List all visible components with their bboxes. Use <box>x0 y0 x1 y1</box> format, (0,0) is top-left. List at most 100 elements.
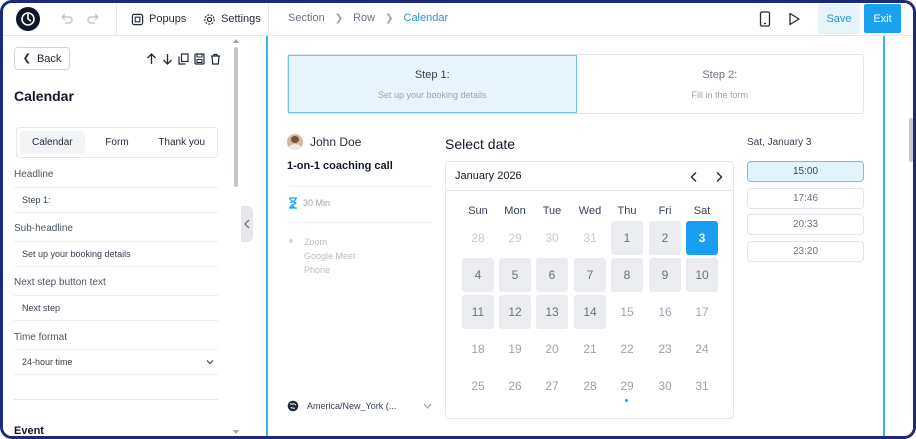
tab-form[interactable]: Form <box>85 131 150 154</box>
toolbar-divider <box>268 3 269 36</box>
calendar-day: 24 <box>695 342 709 356</box>
timezone-value: America/New_York (... <box>307 401 397 411</box>
breadcrumb-item-row[interactable]: Row <box>353 12 375 24</box>
calendar-day: 23 <box>658 342 672 356</box>
popups-icon <box>131 13 144 25</box>
calendar-year: 2026 <box>497 170 522 182</box>
weekday-header: Sun <box>468 205 488 217</box>
move-down-icon[interactable] <box>162 52 173 65</box>
selection-outline-left <box>266 36 268 436</box>
weekday-header: Fri <box>658 205 672 217</box>
calendar-day[interactable]: 9 <box>649 258 681 292</box>
calendar-day: 15 <box>620 305 634 319</box>
previous-month-icon[interactable] <box>689 171 699 183</box>
chevron-right-icon: ❯ <box>334 12 344 24</box>
breadcrumb: Section ❯ Row ❯ Calendar <box>288 12 448 24</box>
weekday-header: Wed <box>578 205 602 217</box>
chevron-right-icon: ❯ <box>385 12 394 24</box>
calendar-day: 28 <box>471 231 485 245</box>
element-tools <box>146 52 221 65</box>
calendar-day[interactable]: 7 <box>574 258 606 292</box>
settings-button[interactable]: Settings <box>203 10 261 28</box>
app-logo-icon[interactable] <box>16 7 40 31</box>
calendar-day: 17 <box>695 305 709 319</box>
location-item: Phone <box>304 265 331 275</box>
tab-calendar[interactable]: Calendar <box>20 131 85 154</box>
calendar-day[interactable]: 13 <box>536 295 568 329</box>
time-format-value: 24-hour time <box>22 357 73 367</box>
step-1-subtitle: Set up your booking details <box>377 89 487 100</box>
calendar-day[interactable]: 1 <box>611 221 643 255</box>
time-format-select[interactable]: 24-hour time <box>14 349 218 375</box>
calendar-day-selected[interactable]: 3 <box>686 221 718 255</box>
sidebar-scrollbar-thumb[interactable] <box>234 47 238 187</box>
exit-button[interactable]: Exit <box>864 4 901 33</box>
calendar-day: 19 <box>508 342 522 356</box>
tab-thank-you[interactable]: Thank you <box>149 131 214 154</box>
settings-sidebar: ❮ Back Calendar Calendar Form Thank you … <box>3 36 241 436</box>
top-toolbar: Popups Settings Section ❯ Row ❯ Calendar… <box>3 3 913 36</box>
calendar-day[interactable]: 14 <box>574 295 606 329</box>
weekday-header: Sat <box>693 205 711 217</box>
calendar-day[interactable]: 11 <box>462 295 494 329</box>
preview-play-icon[interactable] <box>787 12 801 26</box>
back-button[interactable]: ❮ Back <box>14 47 70 70</box>
time-slot[interactable]: 20:33 <box>747 214 864 235</box>
timezone-select[interactable]: America/New_York (... <box>287 400 396 412</box>
calendar-month-year: January 2026 <box>455 170 522 182</box>
canvas-scrollbar-thumb[interactable] <box>909 118 913 162</box>
calendar-day[interactable]: 8 <box>611 258 643 292</box>
selected-date-label: Sat, January 3 <box>747 137 812 148</box>
trash-icon[interactable] <box>210 52 221 65</box>
calendar-day: 21 <box>583 342 597 356</box>
step-2[interactable]: Step 2: Fill in the form <box>577 55 864 113</box>
calendar-day[interactable]: 5 <box>499 258 531 292</box>
time-format-label: Time format <box>14 332 67 343</box>
breadcrumb-item-calendar[interactable]: Calendar <box>404 12 449 24</box>
popups-label: Popups <box>149 13 187 25</box>
app-frame: Popups Settings Section ❯ Row ❯ Calendar… <box>0 0 916 439</box>
select-date-heading: Select date <box>445 136 516 152</box>
breadcrumb-item-section[interactable]: Section <box>288 12 325 24</box>
event-name: 1-on-1 coaching call <box>287 160 393 172</box>
calendar-day[interactable]: 6 <box>536 258 568 292</box>
calendar-day: 28 <box>583 379 597 393</box>
scroll-down-arrow-icon[interactable] <box>233 430 239 434</box>
save-button[interactable]: Save <box>818 4 860 34</box>
calendar-day[interactable]: 2 <box>649 221 681 255</box>
time-slot[interactable]: 23:20 <box>747 241 864 262</box>
hourglass-icon <box>289 197 297 209</box>
avatar <box>287 134 303 150</box>
calendar-day: 25 <box>471 379 485 393</box>
globe-icon <box>287 400 299 412</box>
collapse-sidebar-button[interactable] <box>241 206 253 242</box>
next-step-button-text-input[interactable]: Next step <box>14 295 218 321</box>
time-slot[interactable]: 17:46 <box>747 188 864 209</box>
calendar-day: 31 <box>695 379 709 393</box>
sub-headline-input[interactable]: Set up your booking details <box>14 241 218 267</box>
calendar-day: 16 <box>658 305 672 319</box>
sub-headline-label: Sub-headline <box>14 223 73 234</box>
back-label: Back <box>36 52 62 65</box>
chevron-left-icon: ❮ <box>22 53 31 64</box>
redo-icon[interactable] <box>86 11 102 27</box>
next-step-button-text-label: Next step button text <box>14 277 106 288</box>
calendar-day: 29 <box>508 231 522 245</box>
popups-button[interactable]: Popups <box>131 10 186 28</box>
calendar-day[interactable]: 12 <box>499 295 531 329</box>
duplicate-icon[interactable] <box>178 52 189 65</box>
location-item: Google Meet <box>304 251 356 261</box>
calendar-day[interactable]: 4 <box>462 258 494 292</box>
headline-input[interactable]: Step 1: <box>14 187 218 213</box>
scroll-up-arrow-icon[interactable] <box>233 39 239 43</box>
next-month-icon[interactable] <box>714 171 724 183</box>
mobile-device-icon[interactable] <box>759 11 771 27</box>
step-1[interactable]: Step 1: Set up your booking details <box>288 55 577 113</box>
calendar-day: 29 <box>620 379 634 393</box>
save-template-icon[interactable] <box>194 52 205 65</box>
move-up-icon[interactable] <box>146 52 157 64</box>
calendar-day[interactable]: 10 <box>686 258 718 292</box>
undo-icon[interactable] <box>58 11 74 27</box>
calendar-day: 30 <box>658 379 672 393</box>
time-slot[interactable]: 15:00 <box>747 161 864 182</box>
